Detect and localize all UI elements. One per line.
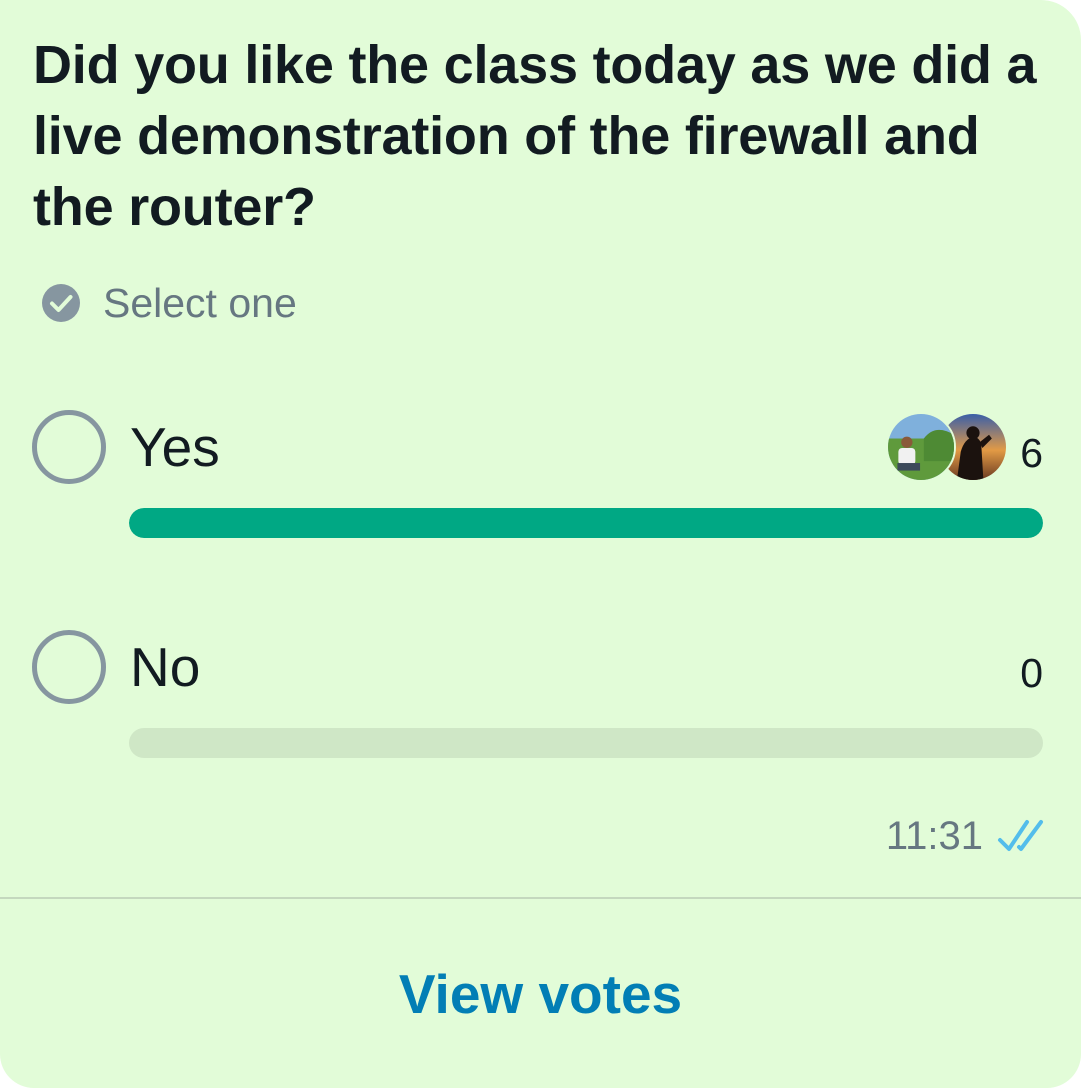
check-circle-icon [42,284,80,322]
vote-count-no: 0 [1020,650,1043,696]
progress-bar-no [129,728,1043,758]
poll-option-yes[interactable]: Yes 6 [0,405,1081,555]
poll-question: Did you like the class today as we did a… [33,35,1037,237]
poll-option-no[interactable]: No 0 [0,625,1081,775]
progress-fill-yes [129,508,1043,538]
option-label-no: No [130,636,201,698]
vote-count-yes: 6 [1020,430,1043,476]
message-time: 11:31 [885,813,983,858]
message-meta: 11:31 [886,812,1049,860]
view-votes-button[interactable]: View votes [0,899,1081,1088]
voter-avatars [886,412,1010,482]
progress-bar-yes [129,508,1043,538]
select-hint-row: Select one [41,280,297,326]
poll-message-bubble: Did you like the class today as we did a… [0,0,1081,1088]
option-label-yes: Yes [130,416,220,478]
double-check-read-icon [998,820,1043,851]
radio-button-no[interactable] [32,630,106,704]
select-hint-text: Select one [103,279,297,326]
radio-button-yes[interactable] [32,410,106,484]
avatar [886,412,956,482]
